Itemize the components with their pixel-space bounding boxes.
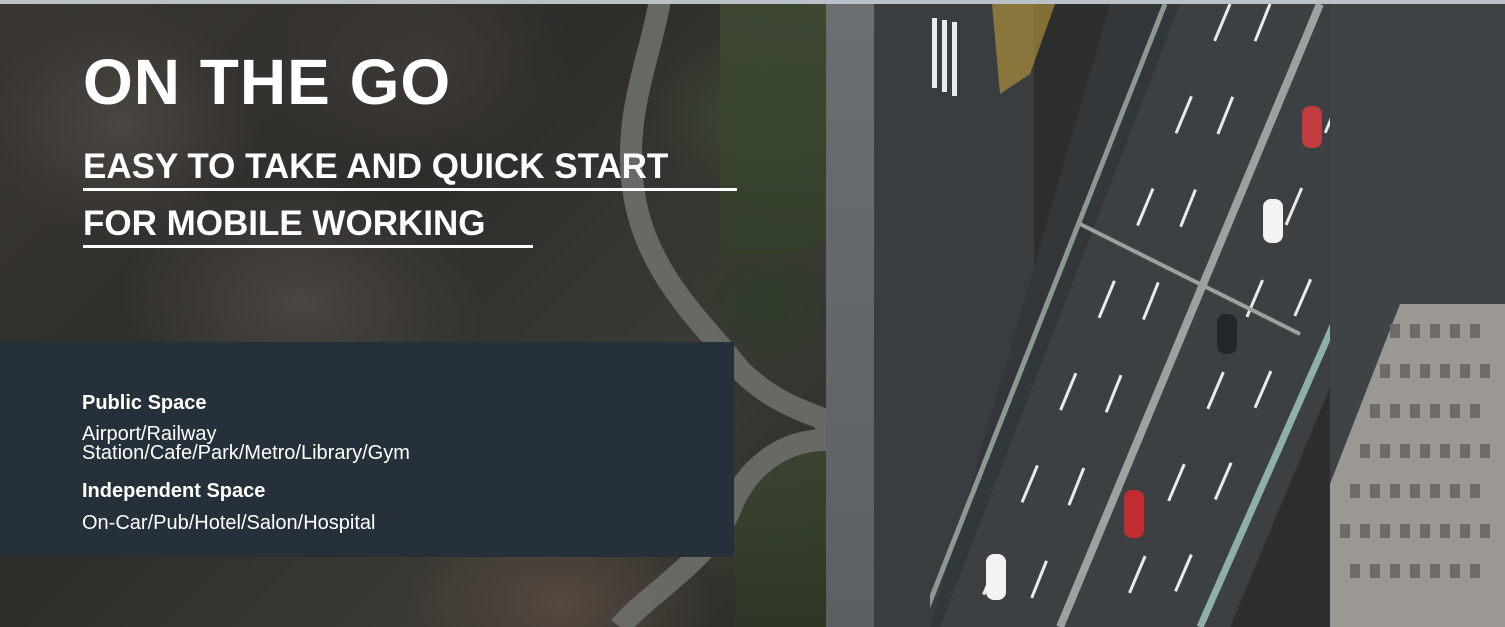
independent-space-text: On-Car/Pub/Hotel/Salon/Hospital [82,512,376,534]
public-space-text: Airport/Railway Station/Cafe/Park/Metro/… [82,423,410,464]
hero-subtitle-line-2: FOR MOBILE WORKING [83,204,486,243]
background-buildings [1330,4,1505,627]
subtitle-underline-2 [83,245,533,248]
subtitle-underline-1 [83,188,737,191]
top-strip [0,0,1505,4]
hero-subtitle-line-1: EASY TO TAKE AND QUICK START [83,147,669,186]
background-sidewalk [826,4,874,627]
hero-banner: ON THE GO EASY TO TAKE AND QUICK START F… [0,0,1505,627]
independent-space-heading: Independent Space [82,480,266,502]
hero-title: ON THE GO [83,46,452,118]
public-space-heading: Public Space [82,392,207,414]
